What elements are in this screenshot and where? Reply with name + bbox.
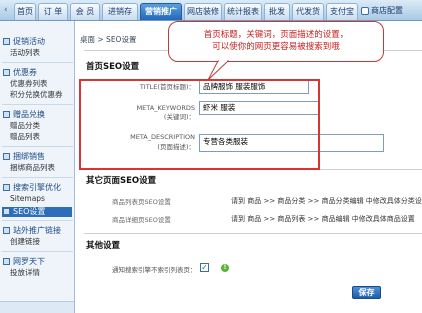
tab-alipay[interactable]: 支付宝 xyxy=(326,3,358,20)
callout-line-1: 首页标题，关键词，页面描述的设置， xyxy=(203,30,349,40)
sidebar-group-external-links[interactable]: 站外推广链接 xyxy=(3,226,61,236)
folder-icon xyxy=(3,258,10,265)
sidebar: 促销活动 活动列表 优惠券 优惠券列表 积分兑换优惠券 赠品兑换 赠品分类 赠品… xyxy=(0,21,75,313)
sidebar-item-create-link[interactable]: 创建链接 xyxy=(10,237,40,247)
sidebar-item-gift-category[interactable]: 赠品分类 xyxy=(10,121,40,131)
annotation-callout: 首页标题，关键词，页面描述的设置， 可以使你的网页更容易被搜索到哦 xyxy=(168,21,384,62)
divider xyxy=(2,62,73,63)
folder-icon xyxy=(3,227,10,234)
sidebar-item-seo-settings[interactable]: SEO设置 xyxy=(2,207,72,217)
tab-home[interactable]: 首页 xyxy=(14,3,36,20)
breadcrumb: 桌面 > SEO设置 xyxy=(80,35,137,44)
sidebar-item-bundle-list[interactable]: 捆绑商品列表 xyxy=(10,163,55,173)
sidebar-group-label: 站外推广链接 xyxy=(13,226,61,235)
sidebar-item-gift-list[interactable]: 赠品列表 xyxy=(10,132,40,142)
folder-icon xyxy=(3,111,10,118)
sidebar-group-gifts[interactable]: 赠品兑换 xyxy=(3,110,45,120)
home-icon xyxy=(361,7,369,15)
divider xyxy=(84,233,422,234)
tab-store-decoration[interactable]: 网店装修 xyxy=(184,3,222,20)
tab-dropship[interactable]: 代发货 xyxy=(292,3,324,20)
tab-wholesale[interactable]: 批发 xyxy=(264,3,290,20)
sidebar-item-points-coupon[interactable]: 积分兑换优惠券 xyxy=(10,90,63,100)
sidebar-group-seo-optimization[interactable]: 搜索引擎优化 xyxy=(3,183,61,193)
sidebar-group-promotions[interactable]: 促销活动 xyxy=(3,37,45,47)
other-seo-heading: 其它页面SEO设置 xyxy=(86,176,157,186)
detail-seo-text: 请到 商品 >> 商品列表 >> 商品编辑 中修改具体商品设置 xyxy=(231,215,415,223)
sidebar-group-label: 网罗天下 xyxy=(13,257,45,266)
tab-inventory[interactable]: 进销存 xyxy=(102,3,138,20)
info-icon: ! xyxy=(221,264,229,272)
sidebar-group-coupons[interactable]: 优惠券 xyxy=(3,68,37,78)
home-seo-heading: 首页SEO设置 xyxy=(86,62,140,72)
tab-orders[interactable]: 订 单 xyxy=(38,3,68,20)
sidebar-group-wangluo[interactable]: 网罗天下 xyxy=(3,257,45,267)
list-seo-label: 商品列表页SEO设置 xyxy=(112,198,171,206)
divider xyxy=(2,220,73,221)
folder-icon xyxy=(3,153,10,160)
top-nav-bar: ‹ 首页 订 单 会 员 进销存 营销推广 网店装修 统计报表 批发 代发货 支… xyxy=(0,0,422,21)
sidebar-item-sitemaps[interactable]: Sitemaps xyxy=(10,194,45,204)
list-seo-text: 请到 商品 >> 商品分类 >> 商品分类编辑 中修改具体分类设置 xyxy=(231,197,422,205)
sidebar-group-label: 捆绑销售 xyxy=(13,152,45,161)
divider xyxy=(2,251,73,252)
noindex-checkbox[interactable]: ✓ xyxy=(200,263,209,272)
sidebar-group-label: 搜索引擎优化 xyxy=(13,183,61,192)
save-button[interactable]: 保存 xyxy=(352,286,381,299)
sidebar-item-coupon-list[interactable]: 优惠券列表 xyxy=(10,79,48,89)
nav-arrow-icon[interactable]: ‹ xyxy=(4,5,12,16)
highlight-box xyxy=(79,79,320,170)
tab-reports[interactable]: 统计报表 xyxy=(224,3,262,20)
tab-members[interactable]: 会 员 xyxy=(70,3,100,20)
sidebar-group-label: 赠品兑换 xyxy=(13,110,45,119)
sidebar-group-bundles[interactable]: 捆绑销售 xyxy=(3,152,45,162)
detail-seo-label: 商品详细页SEO设置 xyxy=(112,216,171,224)
folder-icon xyxy=(3,38,10,45)
divider xyxy=(2,104,73,105)
sidebar-group-label: 优惠券 xyxy=(13,68,37,77)
tab-store-config[interactable]: 商店配置 xyxy=(360,3,420,20)
sidebar-group-label: SEO设置 xyxy=(13,207,46,216)
divider xyxy=(2,177,73,178)
sidebar-item-activity-list[interactable]: 活动列表 xyxy=(10,48,40,58)
noindex-label: 通知搜索引擎不索引列表页： xyxy=(112,266,197,274)
folder-icon xyxy=(3,69,10,76)
sidebar-item-placement-details[interactable]: 投放详情 xyxy=(10,268,40,278)
tab-marketing[interactable]: 营销推广 xyxy=(140,3,182,20)
folder-icon xyxy=(3,184,10,191)
store-config-label: 商店配置 xyxy=(371,6,403,15)
other-settings-heading: 其他设置 xyxy=(86,241,121,251)
sidebar-footer xyxy=(0,301,74,313)
sidebar-group-label: 促销活动 xyxy=(13,37,45,46)
callout-line-2: 可以使你的网页更容易被搜索到哦 xyxy=(212,42,340,52)
divider xyxy=(2,146,73,147)
folder-icon xyxy=(3,208,10,215)
